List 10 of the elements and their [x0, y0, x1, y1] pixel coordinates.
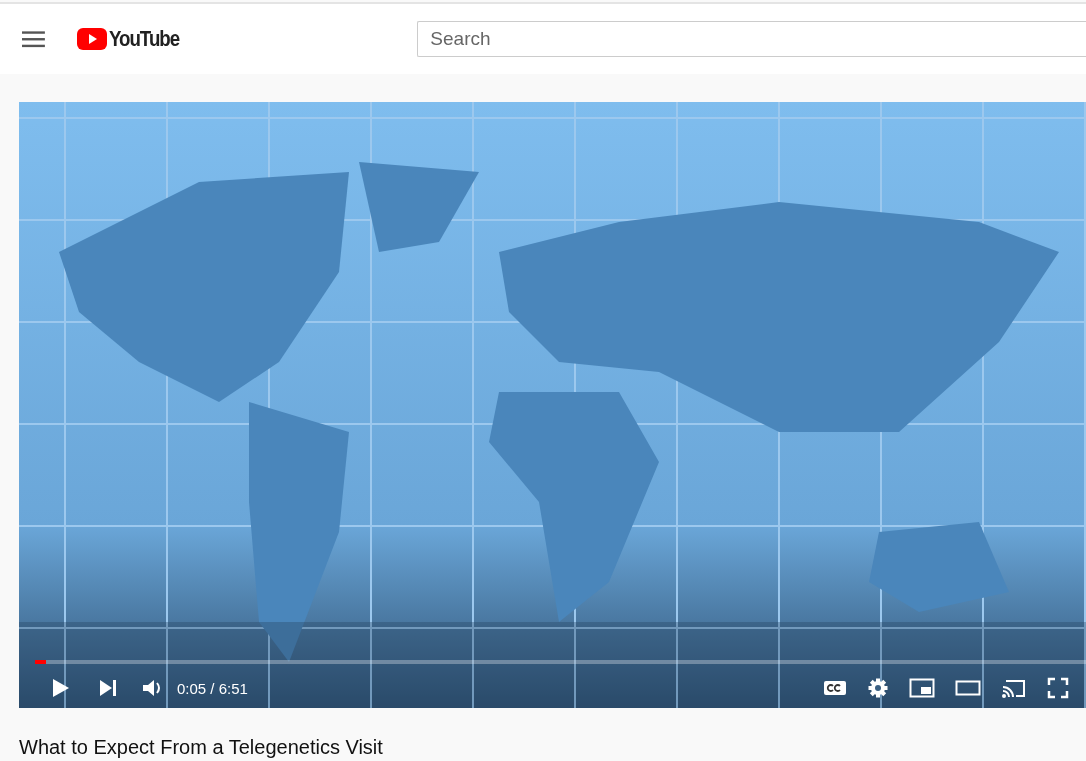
- search-field[interactable]: Search: [417, 21, 1086, 57]
- next-icon[interactable]: [97, 677, 119, 699]
- play-logo-icon: [76, 28, 107, 50]
- video-title: What to Expect From a Telegenetics Visit: [19, 736, 384, 759]
- time-display: 0:05 / 6:51: [177, 679, 248, 697]
- fullscreen-icon[interactable]: [1047, 677, 1069, 699]
- cast-icon[interactable]: [1001, 677, 1027, 699]
- menu-icon[interactable]: [22, 30, 45, 48]
- miniplayer-icon[interactable]: [909, 677, 935, 699]
- logo-text[interactable]: YouTube: [108, 26, 179, 52]
